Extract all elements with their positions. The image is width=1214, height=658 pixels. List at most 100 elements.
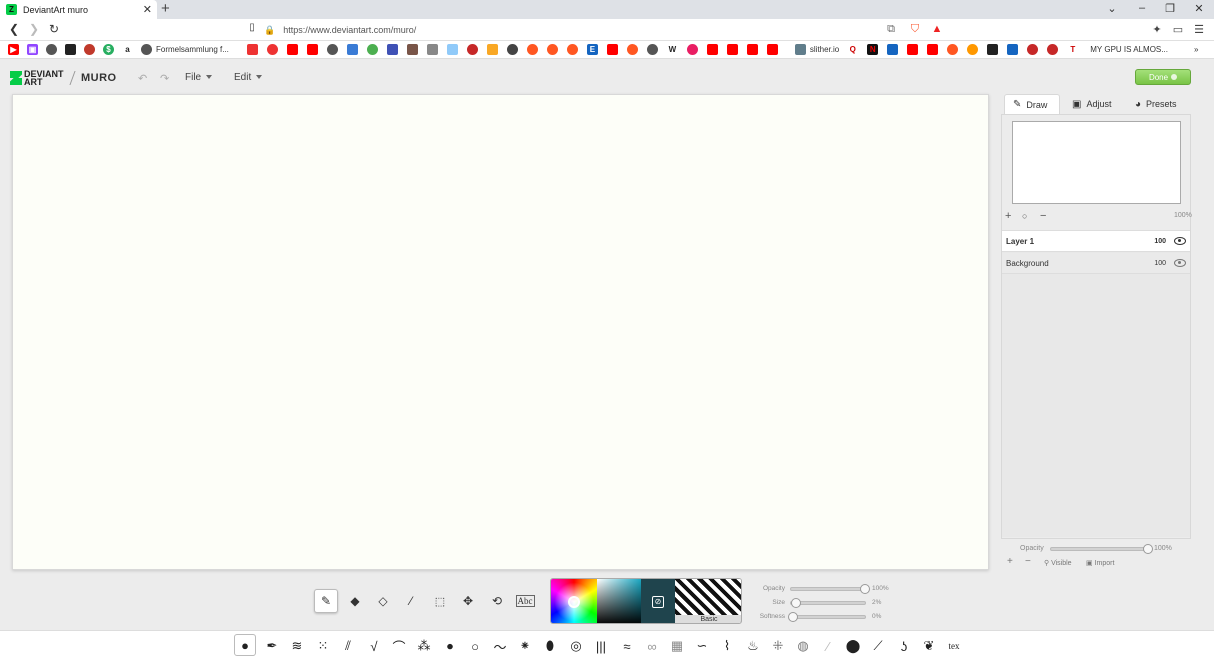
bookmark-twitch[interactable]: ▣: [27, 42, 38, 58]
close-window-button[interactable]: ✕: [1191, 2, 1207, 15]
text-tool-button[interactable]: Abc: [513, 589, 537, 613]
done-button[interactable]: Done: [1135, 69, 1191, 85]
brush-text-icon[interactable]: tex: [944, 637, 964, 655]
select-tool-button[interactable]: ⬚: [428, 589, 452, 613]
size-slider[interactable]: [790, 598, 866, 608]
bookmark-app[interactable]: $: [103, 42, 114, 58]
restore-button[interactable]: ❐: [1162, 2, 1178, 15]
url-field[interactable]: 🔒 https://www.deviantart.com/muro/: [264, 21, 904, 39]
saturation-box[interactable]: [597, 579, 641, 623]
brush-soft-icon[interactable]: ⁄: [818, 637, 838, 655]
brush-chain-icon[interactable]: ∞: [642, 637, 662, 655]
new-tab-button[interactable]: +: [161, 1, 170, 17]
bookmark-globe[interactable]: [46, 42, 57, 58]
bookmark-amazon[interactable]: a: [122, 42, 133, 58]
hue-wheel[interactable]: [551, 579, 597, 623]
brush-swirl-icon[interactable]: ◎: [566, 637, 586, 655]
brush-texture-icon[interactable]: ▦: [667, 637, 687, 655]
bookmark-set[interactable]: E W: [246, 42, 787, 58]
file-menu[interactable]: File: [185, 72, 213, 83]
move-tool-button[interactable]: ✥: [456, 589, 480, 613]
canvas-preview[interactable]: [1012, 121, 1181, 204]
translate-icon[interactable]: ⧉: [884, 23, 898, 36]
brush-spray-icon[interactable]: ⁕: [515, 637, 535, 655]
tab-search-icon[interactable]: ⌄: [1104, 2, 1120, 15]
brush-lines-icon[interactable]: ⫽: [338, 637, 358, 655]
brush-hatch-icon[interactable]: ≋: [287, 637, 307, 655]
forward-button[interactable]: ❯: [26, 22, 42, 36]
undo-icon[interactable]: ↶: [138, 72, 147, 85]
eraser-tool-button[interactable]: ◆: [343, 589, 367, 613]
edit-menu[interactable]: Edit: [234, 72, 263, 83]
back-button[interactable]: ❮: [6, 22, 22, 36]
brush-scribble-icon[interactable]: ∽: [692, 637, 712, 655]
bookmark-slither[interactable]: slither.io: [794, 42, 839, 58]
brush-hook-icon[interactable]: ⌇: [717, 637, 737, 655]
brush-ink-icon[interactable]: 〜: [490, 637, 510, 655]
slider-knob[interactable]: [1143, 544, 1153, 554]
bookmark-formelsammlung[interactable]: Formelsammlung f...: [141, 42, 229, 58]
layer-row[interactable]: Layer 1 100: [1002, 231, 1190, 252]
swap-color-icon[interactable]: ⊘: [652, 596, 664, 608]
brush-noise-icon[interactable]: ⁜: [768, 637, 788, 655]
drawing-canvas[interactable]: [12, 94, 989, 570]
browser-tab[interactable]: Z DeviantArt muro ✕: [0, 0, 157, 19]
opacity-slider[interactable]: [790, 584, 870, 594]
softness-slider[interactable]: [788, 612, 866, 622]
bookmarks-overflow-button[interactable]: »: [1194, 42, 1198, 58]
brush-blob-icon[interactable]: ⬤: [843, 637, 863, 655]
brush-dots-icon[interactable]: ⁙: [313, 637, 333, 655]
remove-layer-bottom-button[interactable]: −: [1025, 556, 1031, 567]
bookmark-set-2[interactable]: Q N T: [847, 42, 1079, 58]
eye-icon[interactable]: [1174, 237, 1186, 245]
minimize-button[interactable]: –: [1134, 2, 1150, 14]
add-layer-button[interactable]: +: [1005, 210, 1011, 222]
brush-mesh-icon[interactable]: ◍: [793, 637, 813, 655]
bucket-tool-button[interactable]: ◇: [371, 589, 395, 613]
tab-presets[interactable]: ◕ Presets: [1135, 94, 1177, 114]
bookmark-icon[interactable]: ▯: [244, 22, 260, 33]
tab-draw[interactable]: ✎ Draw: [1004, 94, 1060, 114]
eye-icon[interactable]: [1174, 259, 1186, 267]
layer-options-icon[interactable]: ○: [1022, 211, 1027, 221]
bookmark-gpu[interactable]: MY GPU IS ALMOS...: [1086, 42, 1168, 58]
menu-icon[interactable]: ☰: [1192, 23, 1206, 36]
layer-opacity-slider[interactable]: [1050, 544, 1153, 554]
layer-row[interactable]: Background 100: [1002, 253, 1190, 274]
visible-toggle[interactable]: ⚲ Visible: [1044, 559, 1072, 567]
brush-drop-icon[interactable]: ⬮: [540, 637, 560, 655]
remove-layer-button[interactable]: −: [1040, 210, 1046, 222]
brush-flame-icon[interactable]: ♨: [743, 637, 763, 655]
import-button[interactable]: ▣ Import: [1086, 559, 1114, 567]
reload-button[interactable]: ↻: [46, 22, 62, 36]
brush-marker-icon[interactable]: ⟋: [868, 637, 888, 655]
slider-knob[interactable]: [791, 598, 801, 608]
extensions-icon[interactable]: ✦: [1150, 23, 1164, 36]
brush-quill-icon[interactable]: ʖ: [894, 637, 914, 655]
eyedropper-tool-button[interactable]: ⁄: [399, 589, 423, 613]
bookmark-youtube[interactable]: ▶: [8, 42, 19, 58]
brush-pen-icon[interactable]: ✒: [262, 637, 282, 655]
wallet-icon[interactable]: ▭: [1171, 23, 1185, 36]
slider-knob[interactable]: [860, 584, 870, 594]
bookmark-app[interactable]: [84, 42, 95, 58]
brave-rewards-icon[interactable]: ▲: [930, 23, 944, 35]
add-layer-bottom-button[interactable]: +: [1007, 556, 1013, 567]
brush-feather-icon[interactable]: ≈: [617, 637, 637, 655]
hue-selector[interactable]: [568, 596, 580, 608]
close-tab-icon[interactable]: ✕: [143, 3, 152, 16]
brave-shield-icon[interactable]: ⛉: [908, 23, 922, 36]
transform-tool-button[interactable]: ⟲: [485, 589, 509, 613]
texture-selector[interactable]: Basic: [675, 579, 741, 623]
brush-tool-button[interactable]: ✎: [314, 589, 338, 613]
brush-curve-icon[interactable]: ⌒: [389, 637, 409, 655]
brush-sketch-icon[interactable]: √: [364, 637, 384, 655]
bookmark-app[interactable]: [65, 42, 76, 58]
current-color-swatch[interactable]: ⊘: [641, 579, 675, 623]
brush-bubble-icon[interactable]: ○: [465, 637, 485, 655]
brush-grass-icon[interactable]: ⁂: [414, 637, 434, 655]
deviantart-logo[interactable]: DEVIANT ART MURO: [10, 70, 117, 87]
tab-adjust[interactable]: ▣ Adjust: [1072, 94, 1111, 114]
redo-icon[interactable]: ↷: [160, 72, 169, 85]
brush-bristle-icon[interactable]: |||: [591, 637, 611, 655]
